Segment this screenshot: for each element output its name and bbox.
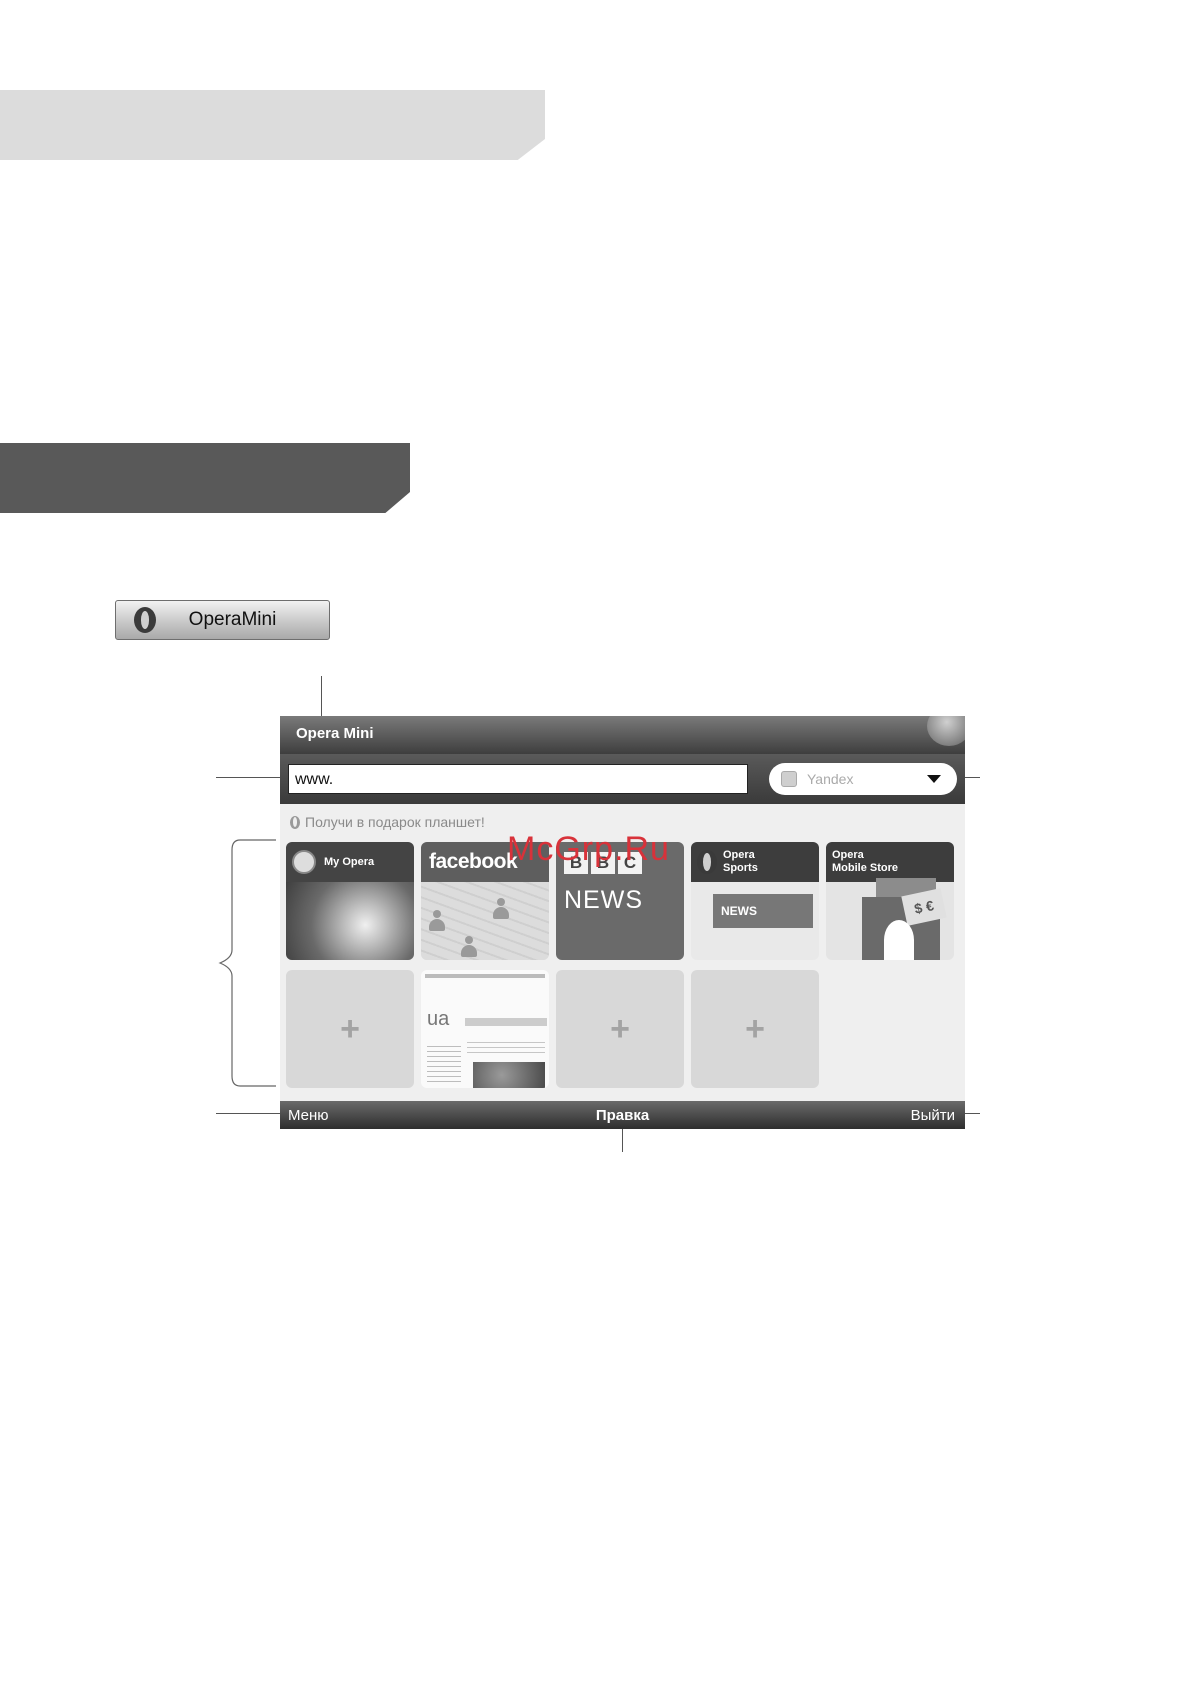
plus-icon: + (745, 1009, 765, 1048)
opera-orb-icon (927, 716, 965, 746)
section-band-light (0, 90, 545, 160)
page-preview-image (473, 1062, 545, 1088)
tile-photo (286, 882, 414, 960)
person-icon (429, 910, 445, 932)
tile-label-line2: Mobile Store (832, 862, 899, 874)
speed-dial-opera-mobile-store[interactable]: Opera Mobile Store $ € (826, 842, 954, 960)
tile-label-line2: Sports (723, 862, 758, 874)
my-opera-badge-icon (292, 850, 316, 874)
news-badge: NEWS (713, 894, 813, 928)
speed-dial-add-slot[interactable]: + (556, 970, 684, 1088)
app-button-label: OperaMini (188, 609, 277, 630)
softkey-bar: Правка Меню Выйти (280, 1101, 965, 1129)
callout-line-menu (216, 1113, 280, 1114)
watermark: McGrp.Ru (507, 830, 670, 868)
ua-logo: ua (427, 1008, 450, 1030)
tile-label-line1: Opera (832, 849, 864, 861)
speed-dial-ua-portal[interactable]: ua (421, 970, 549, 1088)
plus-icon: + (610, 1009, 630, 1048)
exit-softkey[interactable]: Выйти (911, 1107, 955, 1124)
speed-dial-add-slot[interactable]: + (286, 970, 414, 1088)
facebook-logo: facebook (429, 850, 518, 873)
opera-o-icon (884, 920, 914, 960)
callout-line-address (216, 777, 288, 778)
plus-icon: + (340, 1009, 360, 1048)
person-icon (461, 936, 477, 958)
speed-dial-my-opera[interactable]: My Opera (286, 842, 414, 960)
opera-mini-app-button[interactable]: OperaMini (115, 600, 330, 640)
callout-line-edit (622, 1128, 623, 1152)
promo-link[interactable]: Получи в подарок планшет! (290, 814, 485, 830)
tile-label: My Opera (324, 856, 375, 868)
opera-o-icon (697, 850, 717, 874)
search-engine-select[interactable]: Yandex (769, 763, 957, 795)
person-icon (493, 898, 509, 920)
speed-dial-opera-sports[interactable]: Opera Sports NEWS (691, 842, 819, 960)
address-bar: www. Yandex (280, 754, 965, 804)
promo-text: Получи в подарок планшет! (305, 814, 485, 830)
section-band-dark (0, 443, 410, 513)
title-bar: Opera Mini (280, 716, 965, 754)
page-preview-sidebar (427, 1042, 461, 1086)
callout-line-title (321, 676, 322, 716)
page-preview-text (467, 1038, 545, 1054)
opera-o-icon (290, 815, 300, 829)
page-preview-tabs (465, 1018, 547, 1026)
address-input[interactable]: www. (288, 764, 748, 794)
edit-softkey[interactable]: Правка (280, 1107, 965, 1124)
search-engine-name: Yandex (807, 771, 854, 787)
tile-label-line1: Opera (723, 849, 755, 861)
bbc-news-label: NEWS (564, 886, 643, 914)
browser-title: Opera Mini (296, 725, 374, 742)
opera-mini-screen: Opera Mini www. Yandex Получи в подарок … (280, 716, 965, 1129)
page-preview-bar (425, 974, 545, 978)
speed-dial-add-slot[interactable]: + (691, 970, 819, 1088)
opera-o-icon (134, 607, 156, 633)
speed-dial-brace (218, 839, 276, 1087)
yandex-icon (781, 771, 797, 787)
menu-softkey[interactable]: Меню (288, 1107, 329, 1124)
dropdown-caret-icon (927, 775, 941, 783)
